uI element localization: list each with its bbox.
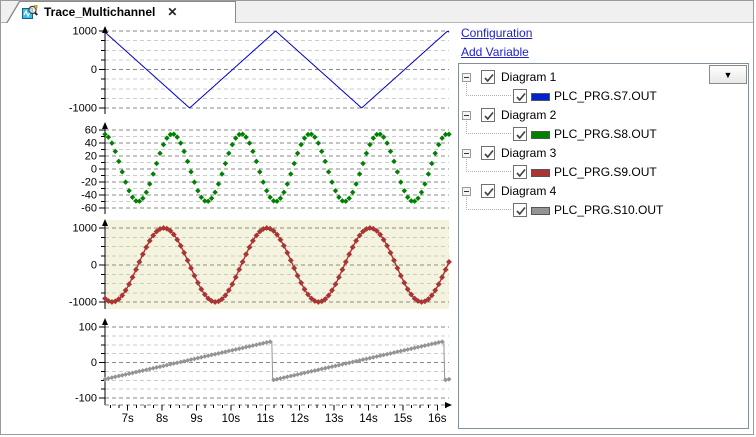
variable-tree-panel: ▼ Diagram 1 PLC_PRG.S7.OUT Diagram 2 PLC_PR… [458,63,749,429]
y-tick-label: 20 [85,151,97,163]
series-markers [102,339,452,383]
diagram-label: Diagram 3 [501,146,557,160]
tree-item-variable-2[interactable]: PLC_PRG.S8.OUT [459,121,748,144]
y-tick-label: -60 [81,203,97,215]
y-tick-label: 1000 [73,26,97,38]
trace-chart-area[interactable]: 1000 0 -1000 60 40 20 0 -20 -40 -60 1000 0 -1000 100 0… [1,23,456,434]
y-tick-label: 1000 [73,223,97,235]
tree-connector [466,159,511,172]
x-tick-label: 7s [122,413,134,425]
variable-label: PLC_PRG.S7.OUT [554,89,657,103]
collapse-minus-icon[interactable] [462,111,471,120]
diagram-checkbox[interactable] [481,108,495,122]
y-tick-label: -1000 [69,297,97,309]
y-tick-label: 40 [85,138,97,150]
trace-window: Trace_Multichannel ✕ 1000 0 -1000 60 40 20 0 -2… [0,0,754,435]
series-color-swatch [531,93,550,101]
variable-label: PLC_PRG.S10.OUT [554,203,664,217]
x-tick-label: 9s [190,413,202,425]
y-tick-label: 0 [91,164,97,176]
x-tick-label: 14s [359,413,378,425]
y-tick-label: -40 [81,190,97,202]
y-tick-label: 0 [91,357,97,369]
x-tick-label: 12s [290,413,309,425]
variable-checkbox[interactable] [513,203,527,217]
tab-trace-multichannel[interactable]: Trace_Multichannel ✕ [6,1,236,24]
tree-connector [466,197,511,210]
diagram-3-plot: 1000 0 -1000 [69,219,452,309]
y-tick-label: -20 [81,177,97,189]
x-tick-label: 10s [222,413,241,425]
variable-checkbox[interactable] [513,127,527,141]
diagram-1-plot: 1000 0 -1000 [69,26,450,115]
trace-icon [22,4,38,19]
y-tick-label: 60 [85,125,97,137]
diagram-2-plot: 6040200-20-40-60 [81,122,452,215]
variable-label: PLC_PRG.S8.OUT [554,127,657,141]
x-tick-label: 16s [428,413,447,425]
checkmark-icon [516,92,526,102]
diagram-checkbox[interactable] [481,70,495,84]
diagram-checkbox[interactable] [481,146,495,160]
variable-checkbox[interactable] [513,89,527,103]
tab-strip: Trace_Multichannel ✕ [1,1,753,24]
checkmark-icon [516,168,526,178]
diagram-checkbox[interactable] [481,184,495,198]
x-tick-label: 8s [156,413,168,425]
variable-tree: Diagram 1 PLC_PRG.S7.OUT Diagram 2 PLC_PRG.… [459,68,748,220]
tree-connector [466,83,511,96]
y-tick-label: -1000 [69,103,97,115]
tab-title: Trace_Multichannel [44,5,156,19]
checkmark-icon [516,130,526,140]
add-variable-link[interactable]: Add Variable [461,45,532,59]
y-tick-label: 100 [79,322,97,334]
variable-checkbox[interactable] [513,165,527,179]
trace-content: 1000 0 -1000 60 40 20 0 -20 -40 -60 1000 0 -1000 100 0… [1,23,753,434]
tree-item-variable-3[interactable]: PLC_PRG.S9.OUT [459,159,748,182]
tree-connector [466,121,511,134]
series-line [104,340,450,381]
variable-label: PLC_PRG.S9.OUT [554,165,657,179]
diagram-4-plot: 100 0 -100 [75,318,452,405]
x-tick-label: 11s [256,413,274,425]
collapse-minus-icon[interactable] [462,187,471,196]
tree-item-variable-1[interactable]: PLC_PRG.S7.OUT [459,83,748,106]
tree-item-variable-4[interactable]: PLC_PRG.S10.OUT [459,197,748,220]
series-color-swatch [531,207,550,215]
series-color-swatch [531,169,550,177]
configuration-link[interactable]: Configuration [461,26,532,40]
time-axis: 7s 8s 9s 10s 11s 12s 13s 14s 15s 16s [105,402,452,425]
y-tick-label: 0 [91,64,97,76]
checkmark-icon [516,206,526,216]
close-tab-icon[interactable]: ✕ [167,5,177,19]
y-tick-label: 0 [91,260,97,272]
y-tick-label: -100 [75,393,97,405]
diagram-label: Diagram 2 [501,108,557,122]
diagram-label: Diagram 4 [501,184,557,198]
collapse-minus-icon[interactable] [462,149,471,158]
collapse-minus-icon[interactable] [462,73,471,82]
diagram-label: Diagram 1 [501,70,557,84]
x-tick-label: 13s [325,413,344,425]
x-tick-label: 15s [394,413,413,425]
series-color-swatch [531,131,550,139]
